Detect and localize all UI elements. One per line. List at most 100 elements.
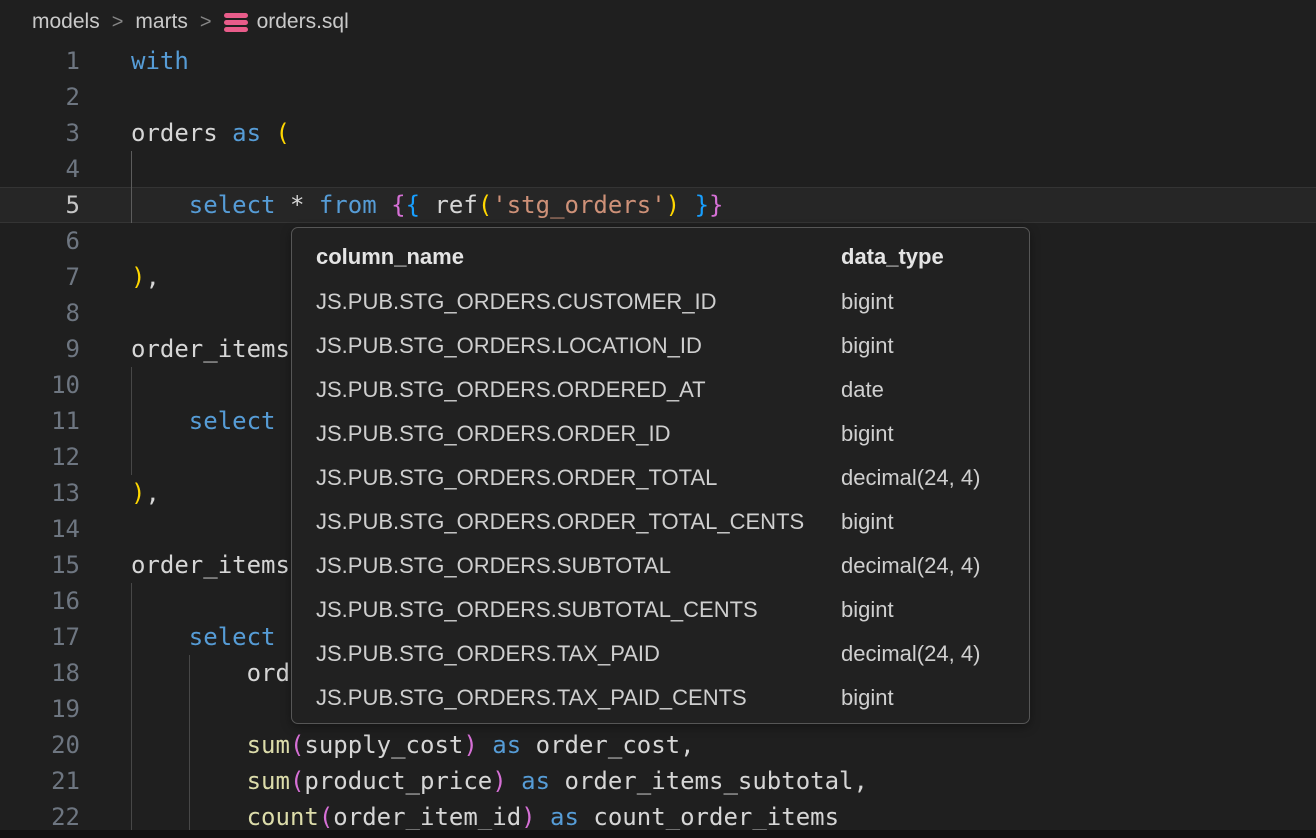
code-token: , [145, 479, 159, 507]
line-number[interactable]: 14 [0, 511, 80, 547]
code-token: { [406, 191, 420, 219]
line-number[interactable]: 5 [0, 187, 80, 223]
code-text: ), [80, 259, 160, 295]
code-line[interactable]: 21 sum(product_price) as order_items_sub… [0, 763, 1316, 799]
column-name-cell: JS.PUB.STG_ORDERS.ORDER_TOTAL [316, 465, 841, 491]
line-number[interactable]: 11 [0, 403, 80, 439]
column-name-cell: JS.PUB.STG_ORDERS.TAX_PAID [316, 641, 841, 667]
code-text [80, 691, 131, 727]
code-token: count_order_items [579, 803, 839, 831]
code-token: 'stg_orders' [492, 191, 665, 219]
code-text [80, 79, 131, 115]
code-token: ( [478, 191, 492, 219]
code-token: select [189, 407, 276, 435]
data-type-cell: bigint [841, 289, 1029, 315]
code-text: order_items [80, 547, 290, 583]
line-number[interactable]: 18 [0, 655, 80, 691]
code-token [507, 767, 521, 795]
code-line[interactable]: 20 sum(supply_cost) as order_cost, [0, 727, 1316, 763]
line-number[interactable]: 9 [0, 331, 80, 367]
data-type-cell: decimal(24, 4) [841, 553, 1029, 579]
line-number[interactable]: 12 [0, 439, 80, 475]
line-number[interactable]: 15 [0, 547, 80, 583]
line-number[interactable]: 3 [0, 115, 80, 151]
indent-guide [131, 367, 132, 475]
code-token: as [550, 803, 579, 831]
column-info-popup: column_name data_type JS.PUB.STG_ORDERS.… [291, 227, 1030, 724]
column-name-cell: JS.PUB.STG_ORDERS.TAX_PAID_CENTS [316, 685, 841, 711]
code-text: sum(supply_cost) as order_cost, [80, 727, 695, 763]
code-text: select * from {{ ref('stg_orders') }} [80, 187, 723, 223]
code-token [377, 191, 391, 219]
code-text [80, 583, 131, 619]
line-number[interactable]: 8 [0, 295, 80, 331]
column-row: JS.PUB.STG_ORDERS.LOCATION_IDbigint [292, 324, 1029, 368]
column-row: JS.PUB.STG_ORDERS.SUBTOTAL_CENTSbigint [292, 588, 1029, 632]
code-token: , [145, 263, 159, 291]
code-token [131, 407, 189, 435]
column-name-cell: JS.PUB.STG_ORDERS.SUBTOTAL_CENTS [316, 597, 841, 623]
column-row: JS.PUB.STG_ORDERS.ORDER_TOTALdecimal(24,… [292, 456, 1029, 500]
code-text [80, 295, 131, 331]
breadcrumb: models > marts > orders.sql [0, 0, 1316, 44]
chevron-right-icon: > [112, 11, 124, 34]
code-text [80, 151, 131, 187]
code-token: with [131, 47, 189, 75]
line-number[interactable]: 1 [0, 43, 80, 79]
code-token [536, 803, 550, 831]
code-token: ( [290, 767, 304, 795]
line-number[interactable]: 2 [0, 79, 80, 115]
line-number[interactable]: 4 [0, 151, 80, 187]
code-token: } [709, 191, 723, 219]
code-text: select [80, 619, 276, 655]
data-type-cell: bigint [841, 333, 1029, 359]
column-row: JS.PUB.STG_ORDERS.ORDERED_ATdate [292, 368, 1029, 412]
database-icon [224, 13, 248, 32]
line-number[interactable]: 17 [0, 619, 80, 655]
code-line[interactable]: 2 [0, 79, 1316, 115]
code-token: ) [131, 479, 145, 507]
code-token: order_items [131, 335, 290, 363]
code-token: product_price [304, 767, 492, 795]
code-line[interactable]: 4 [0, 151, 1316, 187]
data-type-cell: bigint [841, 509, 1029, 535]
code-token: as [232, 119, 261, 147]
window-bottom-edge [0, 830, 1316, 838]
code-text: with [80, 43, 189, 79]
code-text: order_items [80, 331, 290, 367]
code-line-current[interactable]: 5 select * from {{ ref('stg_orders') }} [0, 187, 1316, 223]
data-type-cell: decimal(24, 4) [841, 465, 1029, 491]
column-row: JS.PUB.STG_ORDERS.TAX_PAID_CENTSbigint [292, 676, 1029, 720]
code-text: orders as ( [80, 115, 290, 151]
code-line[interactable]: 1 with [0, 43, 1316, 79]
line-number[interactable]: 16 [0, 583, 80, 619]
breadcrumb-item-marts[interactable]: marts [135, 10, 188, 34]
code-text: sum(product_price) as order_items_subtot… [80, 763, 868, 799]
line-number[interactable]: 7 [0, 259, 80, 295]
code-token [304, 191, 318, 219]
line-number[interactable]: 20 [0, 727, 80, 763]
code-token: ( [276, 119, 290, 147]
column-name-cell: JS.PUB.STG_ORDERS.SUBTOTAL [316, 553, 841, 579]
code-token [131, 191, 189, 219]
code-token: orders [131, 119, 232, 147]
column-row: JS.PUB.STG_ORDERS.SUBTOTALdecimal(24, 4) [292, 544, 1029, 588]
breadcrumb-item-models[interactable]: models [32, 10, 100, 34]
line-number[interactable]: 19 [0, 691, 80, 727]
code-token: sum [247, 767, 290, 795]
code-token: ) [463, 731, 477, 759]
code-token: { [391, 191, 405, 219]
line-number[interactable]: 21 [0, 763, 80, 799]
data-type-cell: bigint [841, 685, 1029, 711]
code-text [80, 439, 131, 475]
column-name-cell: JS.PUB.STG_ORDERS.LOCATION_ID [316, 333, 841, 359]
code-token: select [189, 191, 276, 219]
line-number[interactable]: 10 [0, 367, 80, 403]
line-number[interactable]: 6 [0, 223, 80, 259]
breadcrumb-item-file[interactable]: orders.sql [257, 10, 349, 34]
column-row: JS.PUB.STG_ORDERS.CUSTOMER_IDbigint [292, 280, 1029, 324]
popup-header-data-type: data_type [841, 244, 1029, 270]
code-text: select [80, 403, 276, 439]
code-line[interactable]: 3orders as ( [0, 115, 1316, 151]
line-number[interactable]: 13 [0, 475, 80, 511]
